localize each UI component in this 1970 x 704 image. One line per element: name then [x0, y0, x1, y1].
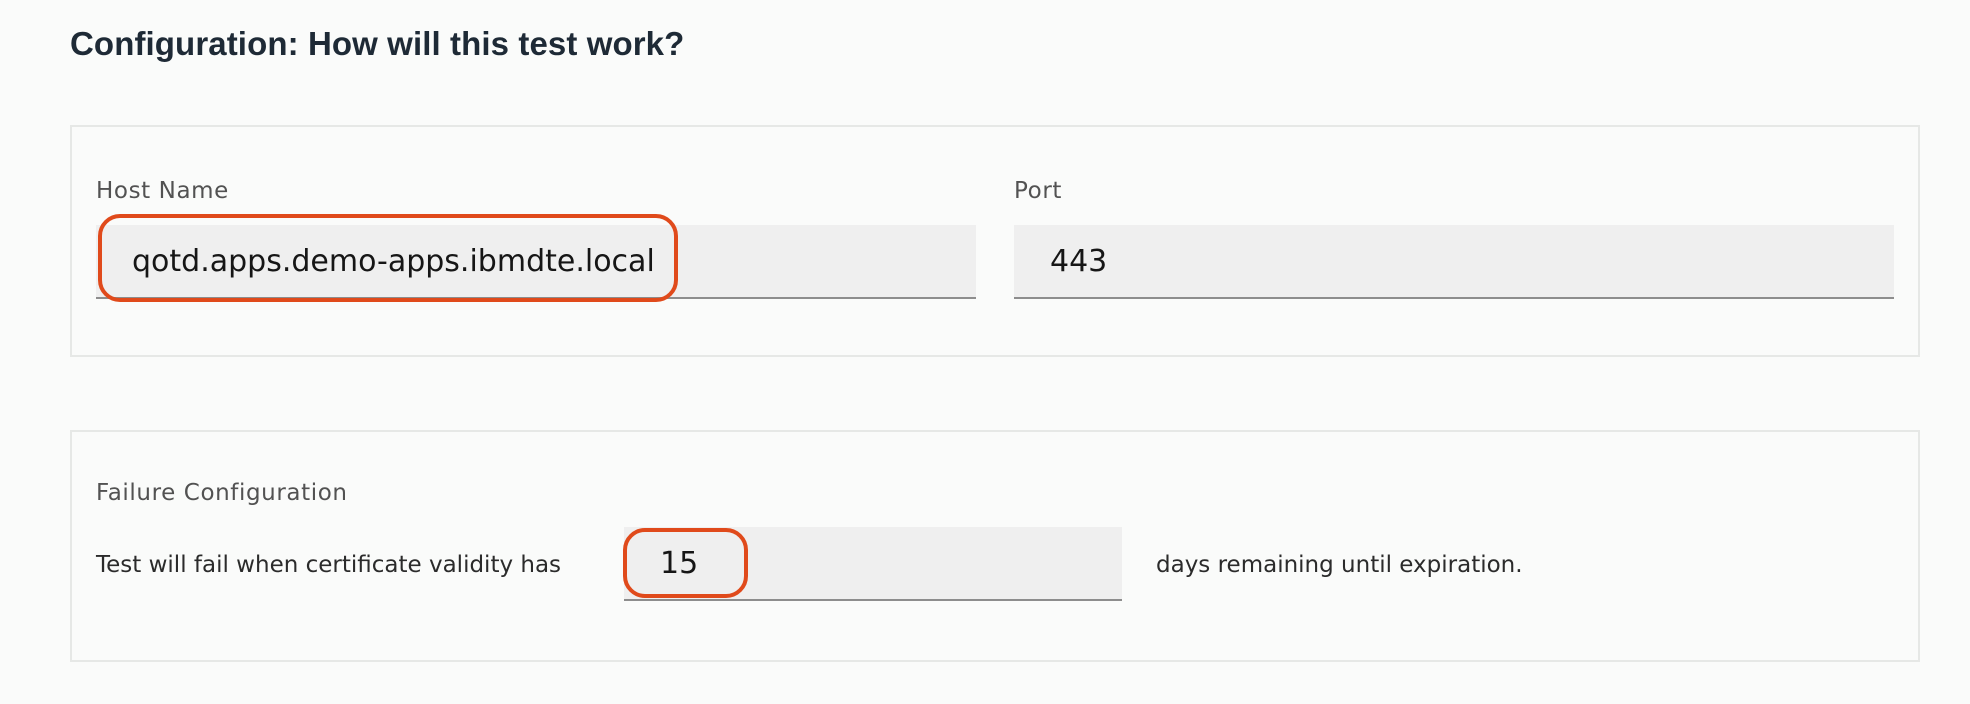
- port-input[interactable]: [1014, 225, 1894, 299]
- failure-description-prefix: Test will fail when certificate validity…: [96, 552, 562, 578]
- host-name-input[interactable]: [96, 225, 976, 299]
- port-field: Port: [1014, 177, 1894, 307]
- host-name-label: Host Name: [96, 178, 229, 204]
- section-title: Configuration: How will this test work?: [70, 25, 685, 62]
- host-name-field: Host Name: [96, 177, 976, 307]
- host-settings-panel: Host Name Port: [70, 125, 1920, 357]
- failure-description-suffix: days remaining until expiration.: [1156, 552, 1523, 578]
- days-remaining-input[interactable]: [624, 527, 1122, 601]
- port-label: Port: [1014, 178, 1062, 204]
- failure-configuration-panel: Failure Configuration Test will fail whe…: [70, 430, 1920, 662]
- failure-configuration-label: Failure Configuration: [96, 480, 348, 506]
